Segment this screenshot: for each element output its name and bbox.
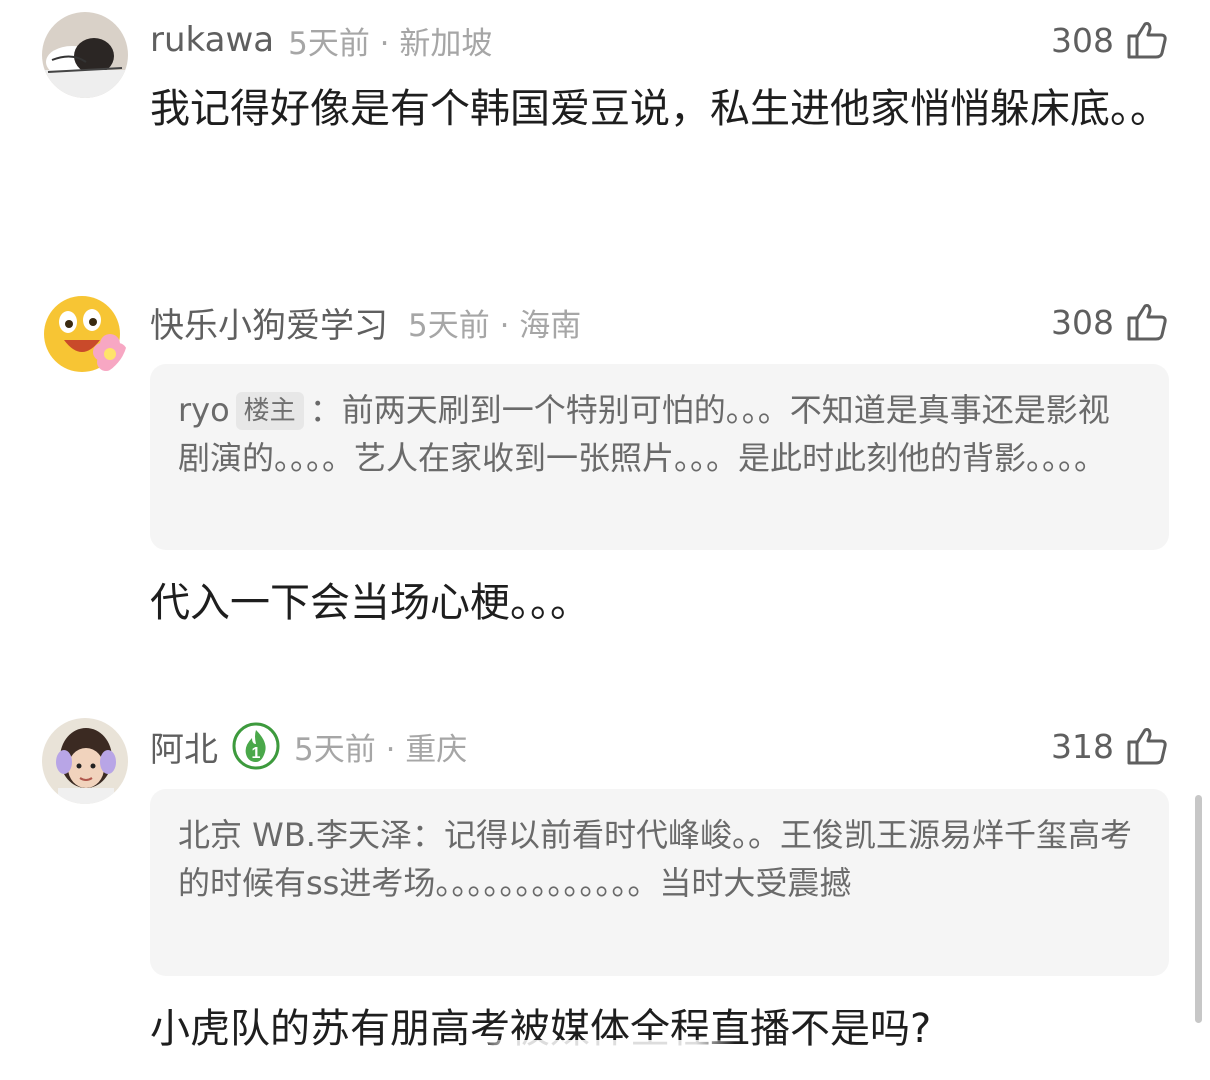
comment-meta: 5天前 · 海南 — [408, 307, 582, 344]
quote-author[interactable]: 北京 WB.李天泽 — [178, 816, 412, 854]
comment-text: 我记得好像是有个韩国爱豆说，私生进他家悄悄躲床底。。 — [150, 86, 1170, 132]
flame-level-badge-icon: 1 — [232, 722, 280, 770]
avatar[interactable] — [42, 292, 128, 378]
like-button[interactable]: 318 — [1051, 724, 1168, 768]
scrollbar[interactable] — [1195, 795, 1202, 1023]
username[interactable]: 阿北 — [150, 722, 218, 771]
like-button[interactable]: 308 — [1051, 18, 1168, 62]
avatar[interactable] — [42, 12, 128, 98]
comment-header: 阿北 1 5天前 · 重庆 — [150, 722, 468, 771]
quoted-reply[interactable]: 北京 WB.李天泽：记得以前看时代峰峻。。王俊凯王源易烊千玺高考的时候有ss进考… — [150, 789, 1169, 976]
comment-list: rukawa 5天前 · 新加坡 308 我记得好像是有个韩国爱豆说，私生进他家… — [0, 0, 1210, 1080]
comment-header: rukawa 5天前 · 新加坡 — [150, 18, 492, 62]
username[interactable]: rukawa — [150, 20, 274, 60]
like-button[interactable]: 308 — [1051, 300, 1168, 344]
quote-separator: ： — [309, 391, 342, 429]
avatar[interactable] — [42, 718, 128, 804]
like-count: 308 — [1051, 20, 1114, 60]
thumbs-up-icon — [1127, 728, 1167, 765]
op-badge: 楼主 — [235, 392, 304, 430]
watermark-overlay — [475, 1040, 735, 1080]
comment-text: 代入一下会当场心梗。。。 — [150, 580, 590, 626]
username[interactable]: 快乐小狗爱学习 — [150, 298, 388, 347]
quote-separator: ： — [411, 816, 444, 854]
comment-meta: 5天前 · 新加坡 — [288, 25, 493, 62]
level-badge-number: 1 — [252, 745, 261, 762]
comment-header: 快乐小狗爱学习 5天前 · 海南 — [150, 298, 582, 347]
like-count: 308 — [1051, 302, 1114, 342]
thumbs-up-icon — [1127, 22, 1167, 59]
quoted-reply[interactable]: ryo 楼主 ：前两天刷到一个特别可怕的。。。不知道是真事还是影视剧演的。。。。艺人… — [150, 364, 1169, 550]
thumbs-up-icon — [1127, 304, 1167, 341]
like-count: 318 — [1051, 726, 1114, 766]
comment-meta: 5天前 · 重庆 — [294, 731, 468, 768]
quote-author[interactable]: ryo — [178, 391, 230, 429]
